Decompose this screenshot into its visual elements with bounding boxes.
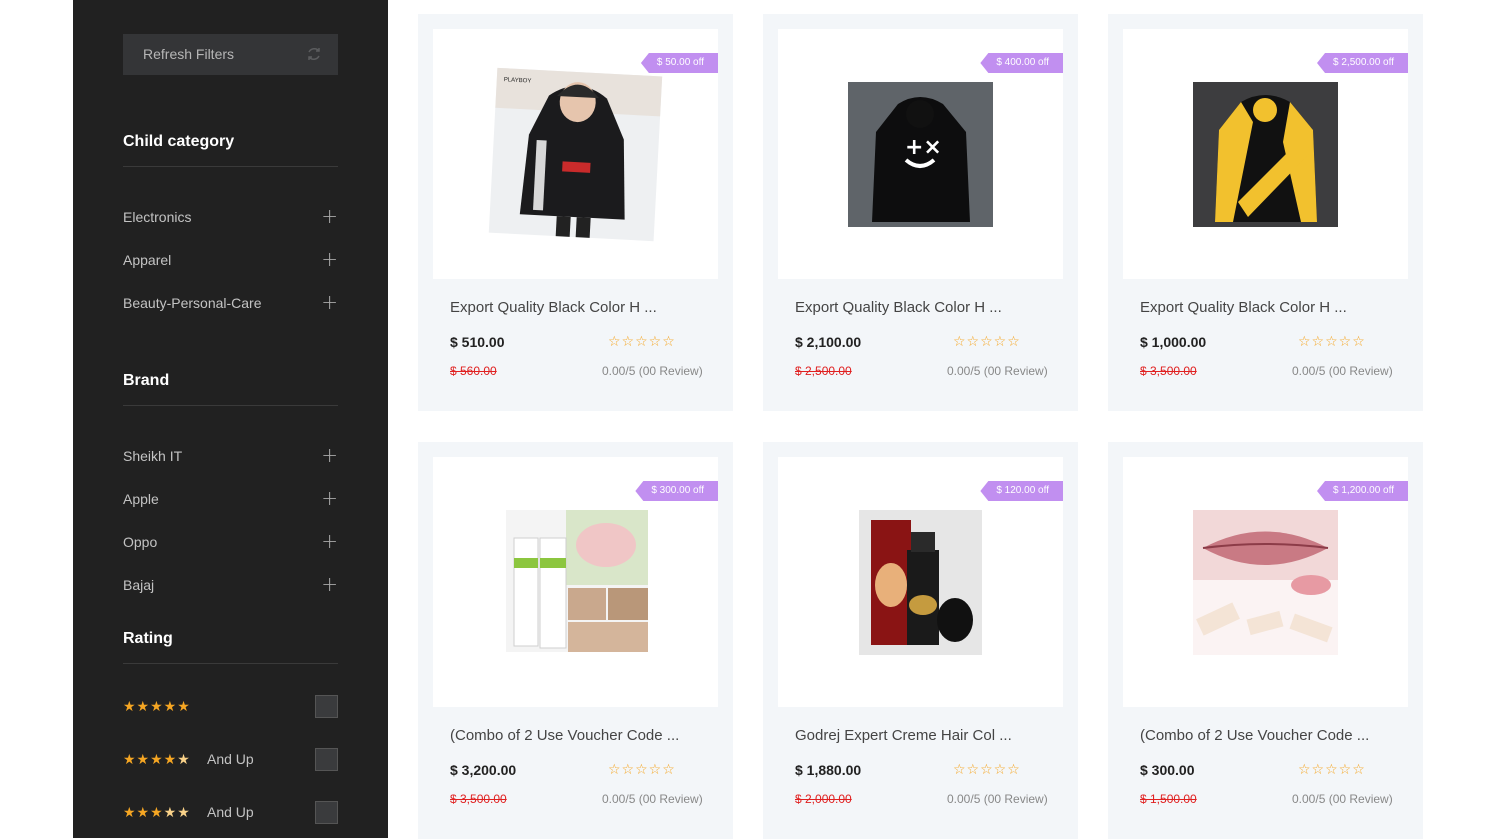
star-rating-icon: ☆☆☆☆☆ — [608, 334, 676, 350]
discount-badge: $ 2,500.00 off — [1317, 53, 1408, 73]
brand-heading: Brand — [123, 372, 338, 406]
product-image[interactable] — [1193, 82, 1338, 227]
refresh-icon — [308, 48, 320, 60]
product-price: $ 3,200.00 — [450, 762, 517, 778]
star-rating-icon: ☆☆☆☆☆ — [1298, 762, 1366, 778]
category-item-label: Electronics — [123, 209, 192, 225]
rating-heading: Rating — [123, 630, 338, 664]
star-rating-icon: ☆☆☆☆☆ — [608, 762, 676, 778]
refresh-filters-label: Refresh Filters — [143, 46, 235, 62]
product-card[interactable]: $ 120.00 off Godrej Expert Creme Hair Co… — [763, 442, 1078, 839]
star-rating-icon: ☆☆☆☆☆ — [1298, 334, 1366, 350]
category-item-label: Apparel — [123, 252, 172, 268]
category-item-beauty[interactable]: Beauty-Personal-Care + — [123, 290, 338, 315]
plus-icon[interactable]: + — [321, 443, 338, 467]
product-image-box[interactable]: $ 120.00 off — [778, 457, 1063, 707]
discount-badge: $ 400.00 off — [980, 53, 1063, 73]
product-review-count: 0.00/5 (00 Review) — [947, 792, 1048, 806]
brand-item-bajaj[interactable]: Bajaj + — [123, 572, 338, 597]
product-image-box[interactable]: +× $ 400.00 off — [778, 29, 1063, 279]
product-name[interactable]: Export Quality Black Color H ... — [450, 299, 657, 316]
discount-badge: $ 1,200.00 off — [1317, 481, 1408, 501]
plus-icon[interactable]: + — [321, 290, 338, 314]
product-old-price: $ 560.00 — [450, 364, 497, 378]
rating-filter-3[interactable]: ★★★★★ And Up — [123, 801, 338, 825]
rating-filter-4[interactable]: ★★★★★ And Up — [123, 748, 338, 772]
brand-item-sheikh-it[interactable]: Sheikh IT + — [123, 443, 338, 468]
product-review-count: 0.00/5 (00 Review) — [1292, 792, 1393, 806]
product-image-box[interactable]: $ 2,500.00 off — [1123, 29, 1408, 279]
product-image-box[interactable]: $ 1,200.00 off — [1123, 457, 1408, 707]
product-name[interactable]: Export Quality Black Color H ... — [1140, 299, 1347, 316]
brand-item-label: Sheikh IT — [123, 448, 183, 464]
discount-badge: $ 50.00 off — [640, 53, 718, 73]
discount-badge: $ 300.00 off — [635, 481, 718, 501]
product-card[interactable]: $ 1,200.00 off (Combo of 2 Use Voucher C… — [1108, 442, 1423, 839]
rating-checkbox[interactable] — [315, 748, 338, 771]
category-item-electronics[interactable]: Electronics + — [123, 204, 338, 229]
brand-item-apple[interactable]: Apple + — [123, 486, 338, 511]
product-review-count: 0.00/5 (00 Review) — [602, 792, 703, 806]
product-price: $ 1,000.00 — [1140, 334, 1207, 350]
discount-badge: $ 120.00 off — [980, 481, 1063, 501]
product-review-count: 0.00/5 (00 Review) — [602, 364, 703, 378]
product-name[interactable]: (Combo of 2 Use Voucher Code ... — [450, 727, 679, 744]
product-price: $ 1,880.00 — [795, 762, 862, 778]
product-image[interactable]: +× — [848, 82, 993, 227]
product-image-box[interactable]: $ 300.00 off — [433, 457, 718, 707]
brand-item-label: Apple — [123, 491, 159, 507]
refresh-filters-button[interactable]: Refresh Filters — [123, 34, 338, 75]
product-image-box[interactable]: PLAYBOY $ 50.00 off — [433, 29, 718, 279]
product-review-count: 0.00/5 (00 Review) — [947, 364, 1048, 378]
product-old-price: $ 2,500.00 — [795, 364, 852, 378]
product-image[interactable] — [506, 510, 648, 652]
product-name[interactable]: Export Quality Black Color H ... — [795, 299, 1002, 316]
product-card[interactable]: $ 300.00 off (Combo of 2 Use Voucher Cod… — [418, 442, 733, 839]
product-price: $ 2,100.00 — [795, 334, 862, 350]
product-review-count: 0.00/5 (00 Review) — [1292, 364, 1393, 378]
plus-icon[interactable]: + — [321, 529, 338, 553]
product-old-price: $ 1,500.00 — [1140, 792, 1197, 806]
product-card[interactable]: +× $ 400.00 off Export Quality Black Col… — [763, 14, 1078, 411]
filter-sidebar: Refresh Filters Child category Electroni… — [73, 0, 388, 838]
rating-checkbox[interactable] — [315, 801, 338, 824]
and-up-label: And Up — [207, 804, 254, 820]
brand-item-oppo[interactable]: Oppo + — [123, 529, 338, 554]
star-rating-icon: ★★★★★ — [123, 699, 191, 715]
star-rating-icon: ★★★★★ — [123, 805, 191, 821]
category-item-apparel[interactable]: Apparel + — [123, 247, 338, 272]
star-rating-icon: ★★★★★ — [123, 752, 191, 768]
brand-item-label: Oppo — [123, 534, 158, 550]
product-old-price: $ 3,500.00 — [450, 792, 507, 806]
rating-filter-5[interactable]: ★★★★★ — [123, 695, 338, 719]
product-price: $ 300.00 — [1140, 762, 1195, 778]
plus-icon[interactable]: + — [321, 247, 338, 271]
plus-icon[interactable]: + — [321, 204, 338, 228]
product-card[interactable]: PLAYBOY $ 50.00 off Export Quality Black… — [418, 14, 733, 411]
brand-item-label: Bajaj — [123, 577, 155, 593]
product-name[interactable]: Godrej Expert Creme Hair Col ... — [795, 727, 1012, 744]
plus-icon[interactable]: + — [321, 572, 338, 596]
star-rating-icon: ☆☆☆☆☆ — [953, 762, 1021, 778]
product-card[interactable]: $ 2,500.00 off Export Quality Black Colo… — [1108, 14, 1423, 411]
product-old-price: $ 3,500.00 — [1140, 364, 1197, 378]
product-image[interactable]: PLAYBOY — [488, 67, 663, 242]
child-category-heading: Child category — [123, 133, 338, 167]
product-old-price: $ 2,000.00 — [795, 792, 852, 806]
product-price: $ 510.00 — [450, 334, 505, 350]
and-up-label: And Up — [207, 751, 254, 767]
star-rating-icon: ☆☆☆☆☆ — [953, 334, 1021, 350]
plus-icon[interactable]: + — [321, 486, 338, 510]
product-image[interactable] — [1193, 510, 1338, 655]
product-image[interactable] — [859, 510, 982, 655]
svg-text:+×: +× — [905, 135, 942, 160]
rating-checkbox[interactable] — [315, 695, 338, 718]
product-name[interactable]: (Combo of 2 Use Voucher Code ... — [1140, 727, 1369, 744]
category-item-label: Beauty-Personal-Care — [123, 295, 262, 311]
